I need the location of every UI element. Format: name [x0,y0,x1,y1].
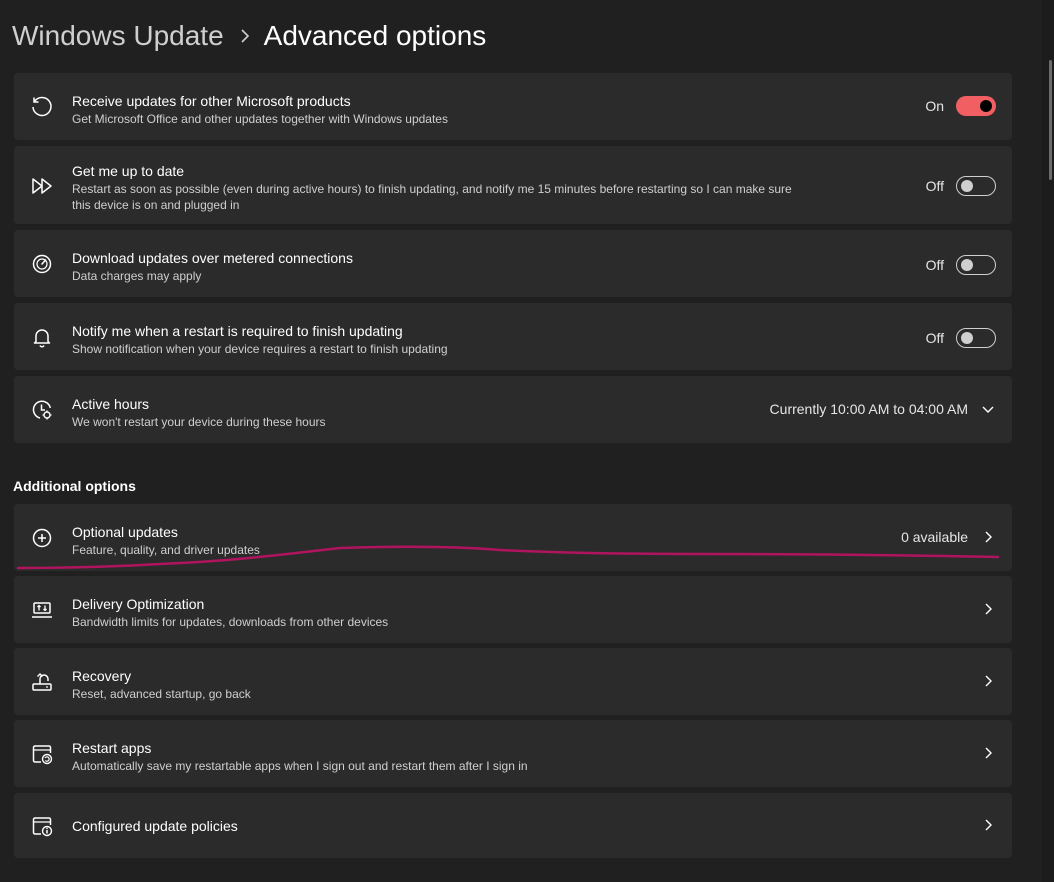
link-configured-update-policies[interactable]: Configured update policies [14,793,1012,858]
recovery-icon [30,670,54,694]
chevron-right-icon [985,675,992,687]
setting-description: Show notification when your device requi… [72,342,448,356]
speedometer-icon [30,252,54,276]
scrollbar-thumb[interactable] [1049,60,1052,180]
setting-title: Active hours [72,396,150,412]
toggle-knob [961,259,973,271]
chevron-down-icon[interactable] [980,401,996,417]
restart-apps-icon [30,742,54,766]
setting-title: Recovery [72,668,132,684]
toggle-knob [980,100,992,112]
setting-get-me-up-to-date[interactable]: Get me up to date Restart as soon as pos… [14,146,1012,224]
setting-description: Data charges may apply [72,269,202,283]
setting-description: Get Microsoft Office and other updates t… [72,112,448,126]
setting-title: Notify me when a restart is required to … [72,323,403,339]
fast-forward-icon [30,174,54,198]
setting-metered-connections[interactable]: Download updates over metered connection… [14,230,1012,297]
setting-description: Reset, advanced startup, go back [72,687,251,701]
setting-title: Optional updates [72,524,178,540]
section-heading-additional-options: Additional options [13,478,136,494]
toggle-state-label: Off [925,178,944,194]
setting-title: Configured update policies [72,818,238,834]
link-restart-apps[interactable]: Restart apps Automatically save my resta… [14,720,1012,787]
toggle-knob [961,180,973,192]
setting-title: Restart apps [72,740,152,756]
setting-title: Receive updates for other Microsoft prod… [72,93,351,109]
setting-receive-updates[interactable]: Receive updates for other Microsoft prod… [14,73,1012,140]
clock-icon [30,398,54,422]
setting-title: Download updates over metered connection… [72,250,353,266]
toggle-state-label: Off [925,330,944,346]
link-delivery-optimization[interactable]: Delivery Optimization Bandwidth limits f… [14,576,1012,643]
optional-updates-count: 0 available [901,529,968,545]
link-recovery[interactable]: Recovery Reset, advanced startup, go bac… [14,648,1012,715]
scrollbar-track[interactable] [1042,0,1054,882]
metered-connections-toggle[interactable] [956,255,996,275]
breadcrumb: Windows Update Advanced options [12,16,486,56]
setting-description: Automatically save my restartable apps w… [72,759,528,773]
setting-title: Delivery Optimization [72,596,205,612]
active-hours-value: Currently 10:00 AM to 04:00 AM [769,401,968,417]
page-title: Advanced options [263,20,487,51]
get-me-up-to-date-toggle[interactable] [956,176,996,196]
chevron-right-icon [985,531,992,543]
setting-notify-restart[interactable]: Notify me when a restart is required to … [14,303,1012,370]
chevron-right-icon [985,819,992,831]
setting-description: Feature, quality, and driver updates [72,543,260,557]
policy-icon [30,814,54,838]
receive-updates-toggle[interactable] [956,96,996,116]
plus-circle-icon [30,526,54,550]
setting-description: Restart as soon as possible (even during… [72,182,792,212]
chevron-right-icon [985,603,992,615]
toggle-knob [961,332,973,344]
bell-icon [30,325,54,349]
toggle-state-label: On [925,98,944,114]
chevron-right-icon [240,29,250,43]
setting-description: Bandwidth limits for updates, downloads … [72,615,389,629]
chevron-right-icon [985,747,992,759]
setting-active-hours[interactable]: Active hours We won't restart your devic… [14,376,1012,443]
link-optional-updates[interactable]: Optional updates Feature, quality, and d… [14,504,1012,571]
notify-restart-toggle[interactable] [956,328,996,348]
setting-description: We won't restart your device during thes… [72,415,326,429]
delivery-icon [30,598,54,622]
toggle-state-label: Off [925,257,944,273]
refresh-icon [30,95,54,119]
setting-title: Get me up to date [72,163,185,179]
breadcrumb-windows-update[interactable]: Windows Update [12,20,224,52]
